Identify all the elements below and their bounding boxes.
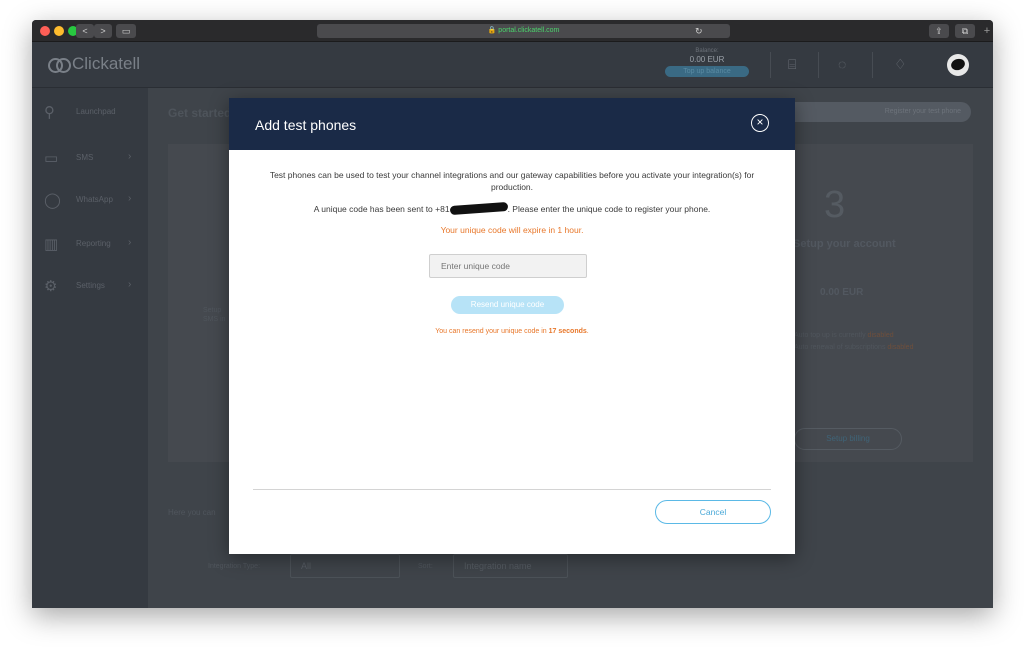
integration-type-select[interactable]: All — [290, 554, 400, 578]
sort-select[interactable]: Integration name — [453, 554, 568, 578]
close-icon[interactable]: × — [751, 114, 769, 132]
auto-renewal-label: Auto renewal of subscriptions — [794, 344, 886, 351]
chevron-right-icon: › — [128, 193, 132, 204]
new-tab-icon[interactable]: + — [981, 24, 993, 38]
balance-label: Balance: — [695, 48, 719, 54]
cancel-button[interactable]: Cancel — [655, 500, 771, 524]
cart-icon[interactable]: ⌸ — [788, 56, 796, 73]
app-header: Clickatell Balance: 0.00 EUR Top up bala… — [32, 42, 993, 88]
top-up-balance-button[interactable]: Top up balance — [665, 66, 749, 77]
code-sent-text: A unique code has been sent to +81 . Plea… — [259, 201, 765, 216]
sort-label: Sort: — [418, 563, 433, 570]
step-title: Setup your account — [793, 238, 896, 250]
step-one-line: Setup — [203, 307, 222, 314]
chart-icon: ▥ — [44, 236, 59, 253]
countdown-value: 17 seconds — [548, 328, 587, 335]
resend-code-button[interactable]: Resend unique code — [451, 296, 564, 314]
countdown-prefix: You can resend your unique code in — [435, 328, 549, 335]
tabs-icon[interactable]: ⧉ — [955, 24, 975, 38]
chevron-right-icon: › — [128, 237, 132, 248]
whatsapp-icon: ◯ — [44, 192, 61, 209]
lock-icon: 🔒 — [487, 27, 497, 34]
close-window-button[interactable] — [40, 26, 50, 36]
code-sent-prefix: A unique code has been sent to +81 — [313, 204, 450, 214]
modal-title: Add test phones — [255, 117, 357, 133]
back-button[interactable]: < — [76, 24, 94, 38]
sidebar-item-label: Launchpad — [76, 107, 116, 116]
step-number: 3 — [824, 184, 846, 226]
minimize-window-button[interactable] — [54, 26, 64, 36]
address-text: portal.clickatell.com — [498, 27, 560, 34]
code-sent-suffix: . Please enter the unique code to regist… — [507, 204, 711, 214]
chevron-right-icon: › — [128, 279, 132, 290]
add-test-phones-modal: Add test phones × Test phones can be use… — [229, 98, 795, 554]
header-divider — [872, 52, 873, 78]
sidebar-item-settings[interactable]: ⚙ Settings › — [32, 274, 148, 298]
bell-icon[interactable]: ♢ — [894, 56, 907, 73]
sidebar-item-label: SMS — [76, 153, 94, 162]
disabled-badge: disabled — [887, 344, 914, 351]
page-title: Get started — [168, 106, 232, 120]
rocket-icon: ⚲ — [44, 104, 55, 121]
sidebar-toggle-icon[interactable]: ▭ — [116, 24, 136, 38]
header-divider — [770, 52, 771, 78]
address-bar[interactable]: 🔒 portal.clickatell.com — [317, 24, 730, 38]
setup-billing-button[interactable]: Setup billing — [794, 428, 902, 450]
modal-header: Add test phones × — [229, 98, 795, 150]
sidebar-item-whatsapp[interactable]: ◯ WhatsApp › — [32, 188, 148, 212]
step-amount: 0.00 EUR — [820, 287, 864, 298]
sidebar-item-label: Settings — [76, 281, 105, 290]
countdown-suffix: . — [586, 328, 589, 335]
browser-toolbar: < > ▭ 🔒 portal.clickatell.com ↻ ⇪ ⧉ + — [32, 20, 993, 42]
modal-divider — [253, 489, 771, 490]
logo-icon — [48, 58, 71, 73]
sidebar: ⚲ Launchpad ▭ SMS › ◯ WhatsApp › ▥ Repor… — [32, 88, 148, 608]
expire-warning: Your unique code will expire in 1 hour. — [440, 225, 584, 235]
step-one-line: SMS in — [203, 316, 226, 323]
modal-intro-text: Test phones can be used to test your cha… — [269, 170, 755, 192]
resend-countdown: You can resend your unique code in 17 se… — [259, 328, 765, 335]
clickatell-logo[interactable]: Clickatell — [48, 54, 140, 74]
sidebar-item-reporting[interactable]: ▥ Reporting › — [32, 232, 148, 256]
disabled-badge: disabled — [867, 332, 894, 339]
integrations-intro-text: Here you can — [168, 508, 216, 517]
balance-value: 0.00 EUR — [689, 55, 725, 64]
auto-topup-status: Auto top up is currently disabled — [794, 332, 894, 339]
avatar[interactable] — [947, 54, 969, 76]
logo-text: Clickatell — [72, 54, 141, 73]
sidebar-item-label: WhatsApp — [76, 195, 113, 204]
unique-code-input[interactable] — [429, 254, 587, 278]
share-icon[interactable]: ⇪ — [929, 24, 949, 38]
reload-icon[interactable]: ↻ — [695, 24, 703, 38]
integration-type-label: Integration Type: — [208, 563, 261, 570]
sidebar-item-launchpad[interactable]: ⚲ Launchpad — [32, 100, 148, 124]
chevron-right-icon: › — [128, 151, 132, 162]
sms-icon: ▭ — [44, 150, 59, 167]
help-icon[interactable]: ◌ — [838, 56, 846, 72]
sidebar-item-label: Reporting — [76, 239, 111, 248]
redacted-phone-number — [449, 201, 508, 216]
balance-widget: Balance: 0.00 EUR Top up balance — [665, 48, 749, 77]
header-divider — [818, 52, 819, 78]
auto-renewal-status: Auto renewal of subscriptions disabled — [794, 344, 913, 351]
forward-button[interactable]: > — [94, 24, 112, 38]
gear-icon: ⚙ — [44, 278, 58, 295]
step-one-text: Setup SMS in — [203, 306, 226, 324]
sidebar-item-sms[interactable]: ▭ SMS › — [32, 146, 148, 170]
auto-topup-label: Auto top up is currently — [794, 332, 866, 339]
